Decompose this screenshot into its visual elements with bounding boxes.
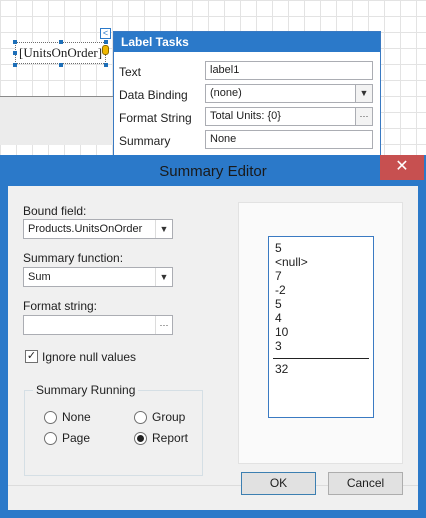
label-tasks-panel: Label Tasks Text label1 Data Binding (no… — [113, 31, 381, 161]
task-row-summary: Summary None — [114, 130, 380, 152]
preview-value: 10 — [275, 325, 289, 339]
preview-value: -2 — [275, 283, 286, 297]
summary-function-combo[interactable]: Sum ▼ — [23, 267, 173, 287]
summary-running-title: Summary Running — [33, 383, 139, 397]
resize-handle[interactable] — [13, 51, 17, 55]
resize-handle[interactable] — [13, 63, 17, 67]
preview-total: 32 — [275, 362, 289, 376]
dialog-title: Summary Editor — [159, 163, 267, 180]
data-binding-icon — [102, 45, 109, 55]
ignore-null-checkbox[interactable]: ✓ — [25, 350, 38, 363]
task-row-data-binding: Data Binding (none) ▼ — [114, 84, 380, 106]
task-row-text: Text label1 — [114, 61, 380, 83]
summary-function-value: Sum — [28, 271, 51, 283]
preview-value: 5 — [275, 241, 282, 255]
ok-button[interactable]: OK — [241, 472, 316, 495]
format-string-field[interactable]: Total Units: {0} ··· — [205, 107, 373, 126]
preview-value: <null> — [275, 255, 308, 269]
resize-handle[interactable] — [104, 40, 108, 44]
radio-group-label: Group — [152, 410, 186, 424]
preview-value: 7 — [275, 269, 282, 283]
chevron-down-icon[interactable]: ▼ — [355, 85, 372, 102]
resize-handle[interactable] — [13, 40, 17, 44]
task-label: Summary — [119, 134, 171, 148]
resize-handle[interactable] — [104, 63, 108, 67]
resize-handle[interactable] — [59, 63, 63, 67]
preview-total-divider — [273, 358, 369, 359]
report-designer-surface[interactable]: [UnitsOnOrder] < Label Tasks Text label1… — [0, 0, 426, 161]
summary-value: None — [210, 133, 237, 145]
radio-page[interactable] — [44, 432, 57, 445]
bound-field-value: Products.UnitsOnOrder — [28, 223, 143, 235]
format-string-value: Total Units: {0} — [210, 110, 281, 122]
preview-value: 3 — [275, 339, 282, 353]
bound-field-combo[interactable]: Products.UnitsOnOrder ▼ — [23, 219, 173, 239]
text-field[interactable]: label1 — [205, 61, 373, 80]
preview-value: 4 — [275, 311, 282, 325]
format-string-label: Format string: — [23, 299, 98, 313]
task-label: Format String — [119, 111, 192, 125]
summary-running-group: Summary Running None Group Page Report — [24, 383, 203, 476]
summary-editor-dialog: Summary Editor ✕ Bound field: Products.U… — [0, 155, 426, 518]
text-field-value: label1 — [210, 64, 240, 76]
task-label: Data Binding — [119, 88, 188, 102]
data-binding-value: (none) — [210, 87, 242, 99]
radio-page-label: Page — [62, 431, 91, 445]
resize-handle[interactable] — [59, 40, 63, 44]
radio-report[interactable] — [134, 432, 147, 445]
preview-area: 5 <null> 7 -2 5 4 10 3 32 — [238, 202, 403, 464]
smart-tag-button[interactable]: < — [100, 28, 111, 39]
radio-none[interactable] — [44, 411, 57, 424]
close-icon[interactable]: ✕ — [380, 155, 424, 180]
chevron-down-icon[interactable]: ▼ — [155, 220, 172, 238]
preview-value: 5 — [275, 297, 282, 311]
dialog-title-bar[interactable]: Summary Editor ✕ — [0, 155, 426, 187]
data-binding-combo[interactable]: (none) ▼ — [205, 84, 373, 103]
format-string-input[interactable]: ··· — [23, 315, 173, 335]
radio-report-label: Report — [152, 431, 189, 445]
bound-field-label: Bound field: — [23, 204, 87, 218]
tasks-panel-title: Label Tasks — [114, 32, 380, 52]
summary-field[interactable]: None — [205, 130, 373, 149]
radio-group[interactable] — [134, 411, 147, 424]
report-label-text: [UnitsOnOrder] — [19, 45, 103, 60]
task-label: Text — [119, 65, 142, 79]
report-label-control[interactable]: [UnitsOnOrder] — [15, 42, 106, 64]
ignore-null-label: Ignore null values — [42, 350, 137, 364]
ellipsis-button[interactable]: ··· — [155, 316, 172, 334]
cancel-button[interactable]: Cancel — [328, 472, 403, 495]
ellipsis-button[interactable]: ··· — [355, 108, 372, 125]
radio-none-label: None — [62, 410, 91, 424]
dialog-body: Bound field: Products.UnitsOnOrder ▼ Sum… — [8, 186, 418, 510]
band-area — [0, 97, 115, 145]
summary-function-label: Summary function: — [23, 251, 124, 265]
chevron-down-icon[interactable]: ▼ — [155, 268, 172, 286]
task-row-format-string: Format String Total Units: {0} ··· — [114, 107, 380, 129]
summary-preview: 5 <null> 7 -2 5 4 10 3 32 — [268, 236, 374, 418]
